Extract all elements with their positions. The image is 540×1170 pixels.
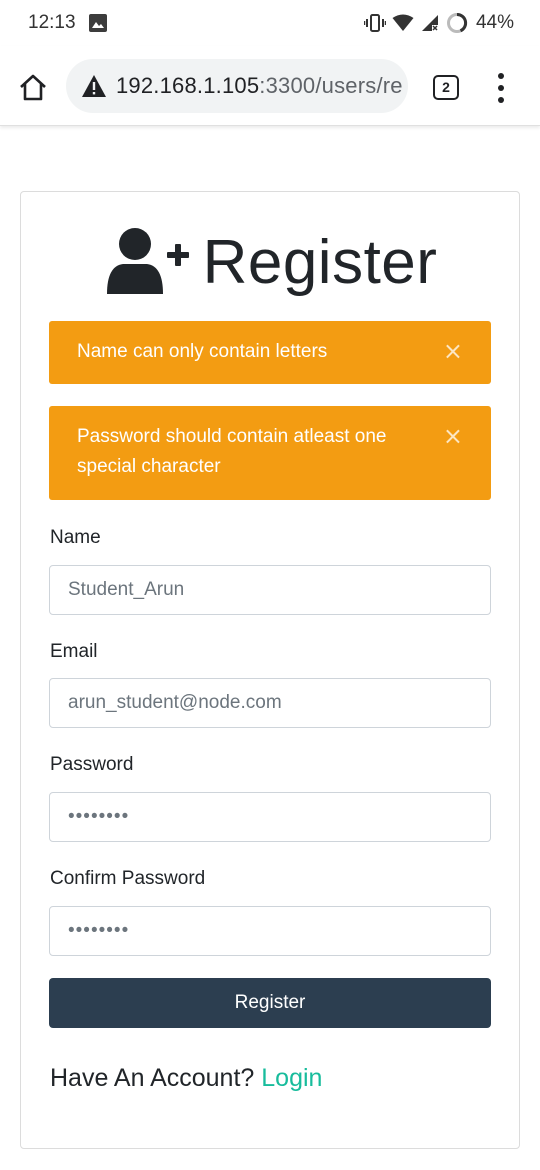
password-input[interactable]: •••••••• <box>49 792 491 842</box>
confirm-password-input[interactable]: •••••••• <box>49 906 491 956</box>
register-card: Register Name can only contain letters ×… <box>20 191 520 1149</box>
close-icon[interactable]: × <box>443 336 463 366</box>
confirm-password-label: Confirm Password <box>50 868 206 889</box>
user-plus-icon <box>106 228 189 294</box>
url-host: 192.168.1.105 <box>116 73 260 98</box>
alert-message: Password should contain atleast one spec… <box>77 426 387 477</box>
close-icon[interactable]: × <box>443 421 463 451</box>
status-icons: 44% <box>363 10 514 36</box>
password-label: Password <box>50 754 134 775</box>
login-prompt: Have An Account? Login <box>50 1064 322 1093</box>
battery-icon <box>446 12 468 33</box>
status-time: 12:13 <box>28 12 76 33</box>
signal-icon <box>421 15 438 31</box>
image-icon <box>89 14 107 32</box>
login-link[interactable]: Login <box>261 1064 322 1092</box>
tabs-icon[interactable]: 2 <box>433 75 459 100</box>
alert-password-error: Password should contain atleast one spec… <box>49 406 491 500</box>
name-label: Name <box>50 527 101 548</box>
url-text[interactable]: 192.168.1.105:3300/users/re <box>116 73 403 99</box>
url-path: :3300/users/re <box>259 73 403 98</box>
email-label: Email <box>50 641 98 662</box>
more-vert-icon[interactable] <box>496 73 506 103</box>
browser-toolbar: 192.168.1.105:3300/users/re 2 <box>0 46 540 126</box>
title-text: Register <box>202 227 438 297</box>
name-input[interactable]: Student_Arun <box>49 565 491 615</box>
wifi-icon <box>392 14 414 31</box>
page-title: Register <box>21 222 521 302</box>
status-bar: 12:13 44% <box>0 0 540 46</box>
alert-name-error: Name can only contain letters × <box>49 321 491 384</box>
battery-percentage: 44% <box>475 12 514 33</box>
vibrate-icon <box>363 14 386 32</box>
warning-icon[interactable] <box>81 74 107 98</box>
register-button[interactable]: Register <box>49 978 491 1028</box>
address-bar[interactable]: 192.168.1.105:3300/users/re <box>66 59 408 113</box>
account-prompt-text: Have An Account? <box>50 1064 262 1092</box>
email-input[interactable]: arun_student@node.com <box>49 678 491 728</box>
alert-message: Name can only contain letters <box>77 341 328 362</box>
home-icon[interactable] <box>18 72 48 102</box>
